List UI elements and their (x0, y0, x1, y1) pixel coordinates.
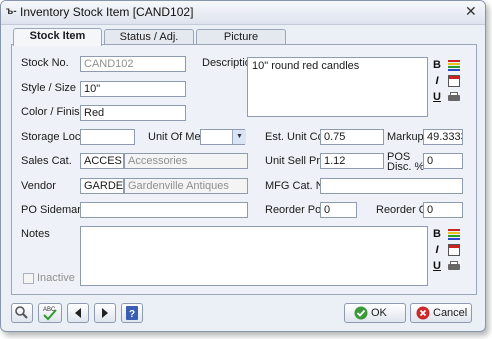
sales-cat-label: Sales Cat. (21, 155, 72, 167)
notes-bold-button[interactable]: B (430, 227, 444, 241)
color-finish-label: Color / Finish (21, 106, 86, 118)
tab-stock-item[interactable]: Stock Item (13, 28, 102, 46)
stock-no-field[interactable]: CAND102 (80, 56, 186, 72)
vendor-label: Vendor (21, 180, 56, 192)
notes-field[interactable] (80, 226, 428, 286)
vendor-name-field: Gardenville Antiques (124, 178, 248, 194)
color-palette-icon[interactable] (447, 58, 461, 72)
est-unit-cost-field[interactable]: 0.75 (320, 129, 384, 145)
spell-check-button[interactable]: ABC (38, 303, 62, 323)
reorder-point-field[interactable]: 0 (320, 202, 357, 218)
spell-check-icon: ABC (43, 307, 57, 321)
search-button[interactable] (11, 303, 33, 323)
tab-picture[interactable]: Picture (196, 29, 286, 45)
vendor-code-field[interactable]: GARDE (80, 178, 124, 194)
ok-button[interactable]: OK (344, 303, 406, 323)
inactive-checkbox[interactable] (23, 273, 34, 284)
notes-print-icon[interactable] (447, 259, 461, 273)
notes-calendar-icon[interactable] (447, 243, 461, 257)
style-size-field[interactable]: 10" (80, 81, 186, 97)
bold-button[interactable]: B (430, 58, 444, 72)
notes-italic-button[interactable]: I (430, 243, 444, 257)
description-field[interactable]: 10" round red candles (247, 57, 428, 117)
sales-cat-code-field[interactable]: ACCES (80, 153, 124, 169)
po-sidemark-label: PO Sidemark (21, 204, 87, 216)
previous-icon (75, 308, 81, 318)
underline-button[interactable]: U (430, 90, 444, 104)
next-icon (102, 308, 108, 318)
previous-button[interactable] (67, 303, 89, 323)
notes-label: Notes (21, 228, 50, 240)
notes-color-palette-icon[interactable] (447, 227, 461, 241)
help-button[interactable]: ? (121, 303, 143, 323)
close-icon[interactable]: ✕ (465, 3, 477, 20)
window-title: Inventory Stock Item [CAND102] (20, 5, 194, 19)
mfg-cat-no-field[interactable] (320, 178, 463, 194)
ok-check-icon (354, 306, 368, 320)
color-finish-field[interactable]: Red (80, 105, 186, 121)
ok-label: OK (371, 307, 387, 319)
italic-button[interactable]: I (430, 74, 444, 88)
search-icon (15, 306, 28, 319)
app-icon: ъ- (6, 6, 17, 17)
chevron-down-icon[interactable]: ▼ (232, 130, 246, 144)
po-sidemark-field[interactable] (80, 202, 248, 218)
storage-loc-label: Storage Loc. (21, 131, 84, 143)
print-icon[interactable] (447, 90, 461, 104)
cancel-label: Cancel (433, 307, 468, 319)
sales-cat-name-field: Accessories (124, 153, 248, 169)
svg-text:?: ? (129, 309, 135, 320)
cancel-x-icon (416, 306, 430, 320)
inventory-stock-window: ъ- Inventory Stock Item [CAND102] ✕ Stoc… (0, 0, 486, 332)
unit-sell-price-field[interactable]: 1.12 (320, 153, 384, 169)
cancel-button[interactable]: Cancel (410, 303, 472, 323)
pos-disc-field[interactable]: 0 (423, 153, 463, 169)
inactive-label: Inactive (37, 272, 75, 284)
help-icon: ? (126, 306, 138, 320)
title-bar: ъ- Inventory Stock Item [CAND102] ✕ (1, 1, 485, 25)
disc-percent-label: Disc. % (387, 161, 425, 173)
notes-underline-button[interactable]: U (430, 259, 444, 273)
tab-status-adj[interactable]: Status / Adj. (104, 29, 194, 45)
style-size-label: Style / Size (21, 82, 77, 94)
storage-loc-field[interactable] (80, 129, 135, 145)
next-button[interactable] (94, 303, 116, 323)
reorder-qty-field[interactable]: 0 (423, 202, 463, 218)
markup-field[interactable]: 49.3333 (423, 129, 463, 145)
calendar-icon[interactable] (447, 74, 461, 88)
stock-no-label: Stock No. (21, 57, 69, 69)
